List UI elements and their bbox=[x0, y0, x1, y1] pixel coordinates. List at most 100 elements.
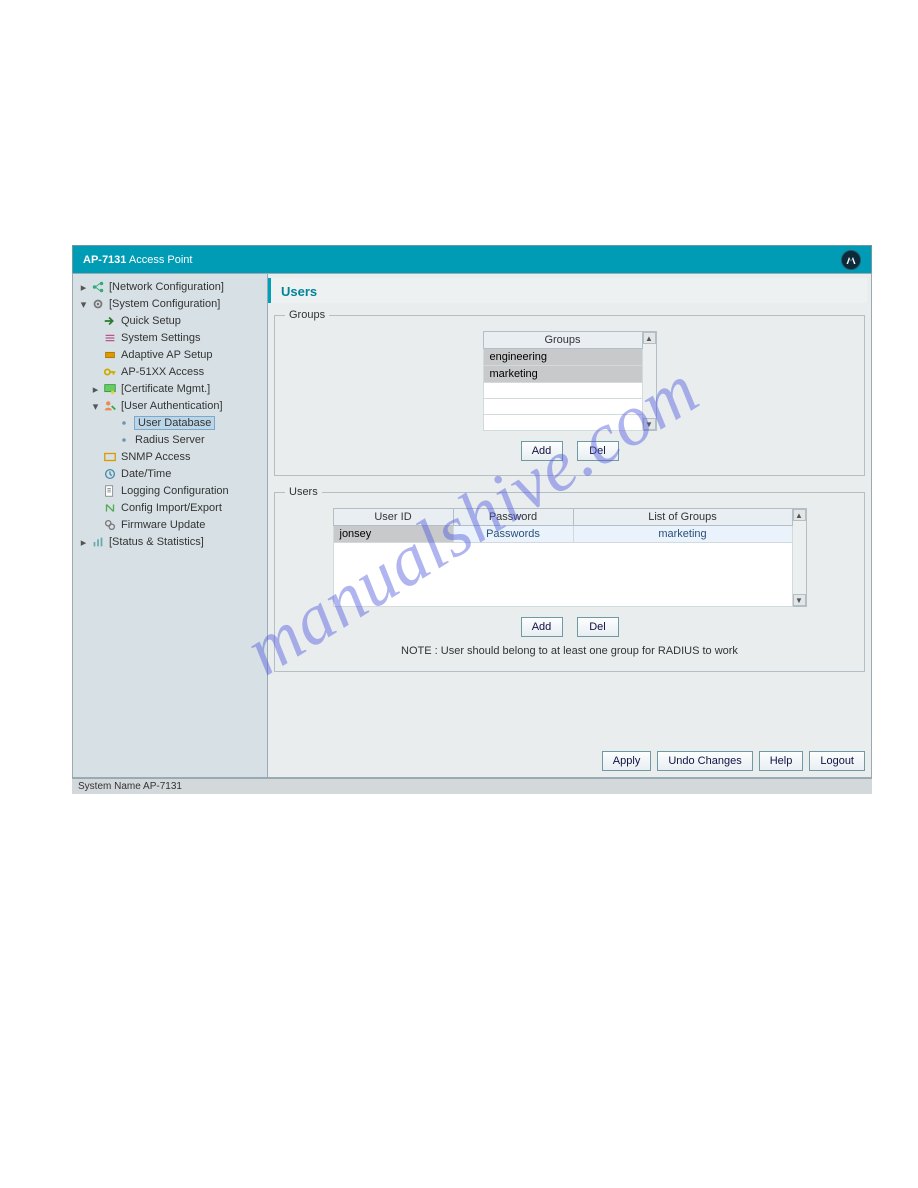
users-fieldset: Users User ID Password List of Groups bbox=[274, 486, 865, 672]
tree-label: Radius Server bbox=[134, 434, 206, 446]
users-add-button[interactable]: Add bbox=[521, 617, 563, 637]
users-scrollbar[interactable]: ▲ ▼ bbox=[793, 508, 807, 607]
groups-row-empty[interactable] bbox=[483, 415, 642, 431]
footer-buttons: Apply Undo Changes Help Logout bbox=[268, 745, 871, 777]
users-cell-password-link[interactable]: Passwords bbox=[453, 526, 573, 543]
groups-fieldset: Groups Groups engineering marketing bbox=[274, 309, 865, 476]
snmp-icon bbox=[103, 450, 117, 464]
users-note: NOTE : User should belong to at least on… bbox=[285, 645, 854, 657]
tree-label: Quick Setup bbox=[120, 315, 182, 327]
help-button[interactable]: Help bbox=[759, 751, 804, 771]
groups-row-empty[interactable] bbox=[483, 383, 642, 399]
users-col-password: Password bbox=[453, 509, 573, 526]
tree-label: [System Configuration] bbox=[108, 298, 221, 310]
status-bar: System Name AP-7131 bbox=[72, 778, 872, 794]
collapse-icon[interactable]: ▾ bbox=[79, 298, 88, 311]
groups-listbox-wrap: Groups engineering marketing ▲ ▼ bbox=[483, 331, 657, 431]
key-icon bbox=[103, 365, 117, 379]
groups-row-empty[interactable] bbox=[483, 399, 642, 415]
tree-label: SNMP Access bbox=[120, 451, 192, 463]
groups-row[interactable]: engineering bbox=[483, 349, 642, 366]
nav-network-configuration[interactable]: ▸ [Network Configuration] bbox=[77, 279, 265, 295]
tree-label: [Certificate Mgmt.] bbox=[120, 383, 211, 395]
product-title: AP-7131 Access Point bbox=[83, 246, 192, 274]
expand-icon[interactable]: ▸ bbox=[79, 281, 88, 294]
product-prefix: AP-7131 bbox=[83, 254, 126, 266]
users-button-row: Add Del bbox=[285, 617, 854, 637]
tree-label: Firmware Update bbox=[120, 519, 206, 531]
stats-icon bbox=[91, 535, 105, 549]
tree-label: Config Import/Export bbox=[120, 502, 223, 514]
users-grid[interactable]: User ID Password List of Groups jonsey P… bbox=[333, 508, 793, 607]
log-icon bbox=[103, 484, 117, 498]
certificate-icon bbox=[103, 382, 117, 396]
import-export-icon bbox=[103, 501, 117, 515]
product-name: Access Point bbox=[126, 254, 192, 266]
expand-icon[interactable]: ▸ bbox=[79, 536, 88, 549]
nav-system-configuration[interactable]: ▾ [System Configuration] bbox=[77, 296, 265, 312]
nav-adaptive-ap[interactable]: Adaptive AP Setup bbox=[77, 347, 265, 363]
users-delete-button[interactable]: Del bbox=[577, 617, 619, 637]
firmware-icon bbox=[103, 518, 117, 532]
logout-button[interactable]: Logout bbox=[809, 751, 865, 771]
tree-label: System Settings bbox=[120, 332, 201, 344]
tree-label: User Database bbox=[134, 416, 215, 430]
nav-config-import-export[interactable]: Config Import/Export bbox=[77, 500, 265, 516]
tree-label: Logging Configuration bbox=[120, 485, 230, 497]
ap-icon bbox=[103, 348, 117, 362]
nav-status-statistics[interactable]: ▸ [Status & Statistics] bbox=[77, 534, 265, 550]
groups-add-button[interactable]: Add bbox=[521, 441, 563, 461]
users-cell-userid[interactable]: jonsey bbox=[333, 526, 453, 543]
tree-label: [Status & Statistics] bbox=[108, 536, 205, 548]
panel-area: Groups Groups engineering marketing bbox=[268, 303, 871, 745]
network-icon bbox=[91, 280, 105, 294]
page-title: Users bbox=[268, 278, 867, 303]
groups-scrollbar[interactable]: ▲ ▼ bbox=[643, 331, 657, 431]
groups-listbox[interactable]: Groups engineering marketing bbox=[483, 331, 643, 431]
nav-certificate-mgmt[interactable]: ▸ [Certificate Mgmt.] bbox=[77, 381, 265, 397]
arrow-icon bbox=[103, 314, 117, 328]
nav-system-settings[interactable]: System Settings bbox=[77, 330, 265, 346]
users-col-groups: List of Groups bbox=[573, 509, 792, 526]
nav-date-time[interactable]: Date/Time bbox=[77, 466, 265, 482]
nav-user-database[interactable]: User Database bbox=[77, 415, 265, 431]
dot-icon bbox=[117, 433, 131, 447]
groups-container: Groups engineering marketing ▲ ▼ bbox=[285, 331, 854, 461]
nav-firmware-update[interactable]: Firmware Update bbox=[77, 517, 265, 533]
content-pane: Users Groups Groups engineering marketin… bbox=[268, 274, 871, 777]
expand-icon[interactable]: ▸ bbox=[91, 383, 100, 396]
nav-radius-server[interactable]: Radius Server bbox=[77, 432, 265, 448]
sidebar: ▸ [Network Configuration] ▾ [System Conf… bbox=[73, 274, 268, 777]
settings-icon bbox=[103, 331, 117, 345]
clock-icon bbox=[103, 467, 117, 481]
undo-changes-button[interactable]: Undo Changes bbox=[657, 751, 752, 771]
users-grid-inner: User ID Password List of Groups jonsey P… bbox=[333, 508, 807, 607]
collapse-icon[interactable]: ▾ bbox=[91, 400, 100, 413]
tree-label: [Network Configuration] bbox=[108, 281, 225, 293]
brand-logo-icon bbox=[841, 250, 861, 270]
app-window: AP-7131 Access Point ▸ [Network Configur… bbox=[72, 245, 872, 794]
groups-row[interactable]: marketing bbox=[483, 366, 642, 383]
title-bar: AP-7131 Access Point bbox=[72, 245, 872, 273]
nav-quick-setup[interactable]: Quick Setup bbox=[77, 313, 265, 329]
users-legend: Users bbox=[285, 486, 322, 498]
scroll-down-icon[interactable]: ▼ bbox=[643, 418, 656, 430]
users-empty-area[interactable] bbox=[333, 543, 792, 607]
nav-user-authentication[interactable]: ▾ [User Authentication] bbox=[77, 398, 265, 414]
scroll-up-icon[interactable]: ▲ bbox=[793, 509, 806, 521]
groups-delete-button[interactable]: Del bbox=[577, 441, 619, 461]
scroll-down-icon[interactable]: ▼ bbox=[793, 594, 806, 606]
nav-snmp-access[interactable]: SNMP Access bbox=[77, 449, 265, 465]
tree-label: Date/Time bbox=[120, 468, 172, 480]
nav-tree: ▸ [Network Configuration] ▾ [System Conf… bbox=[75, 279, 265, 550]
tree-label: AP-51XX Access bbox=[120, 366, 205, 378]
nav-ap51xx-access[interactable]: AP-51XX Access bbox=[77, 364, 265, 380]
tree-label: [User Authentication] bbox=[120, 400, 224, 412]
scroll-up-icon[interactable]: ▲ bbox=[643, 332, 656, 344]
app-body: ▸ [Network Configuration] ▾ [System Conf… bbox=[72, 273, 872, 778]
users-col-userid: User ID bbox=[333, 509, 453, 526]
users-cell-groups-link[interactable]: marketing bbox=[573, 526, 792, 543]
nav-logging-configuration[interactable]: Logging Configuration bbox=[77, 483, 265, 499]
groups-column-header: Groups bbox=[483, 332, 642, 349]
apply-button[interactable]: Apply bbox=[602, 751, 652, 771]
